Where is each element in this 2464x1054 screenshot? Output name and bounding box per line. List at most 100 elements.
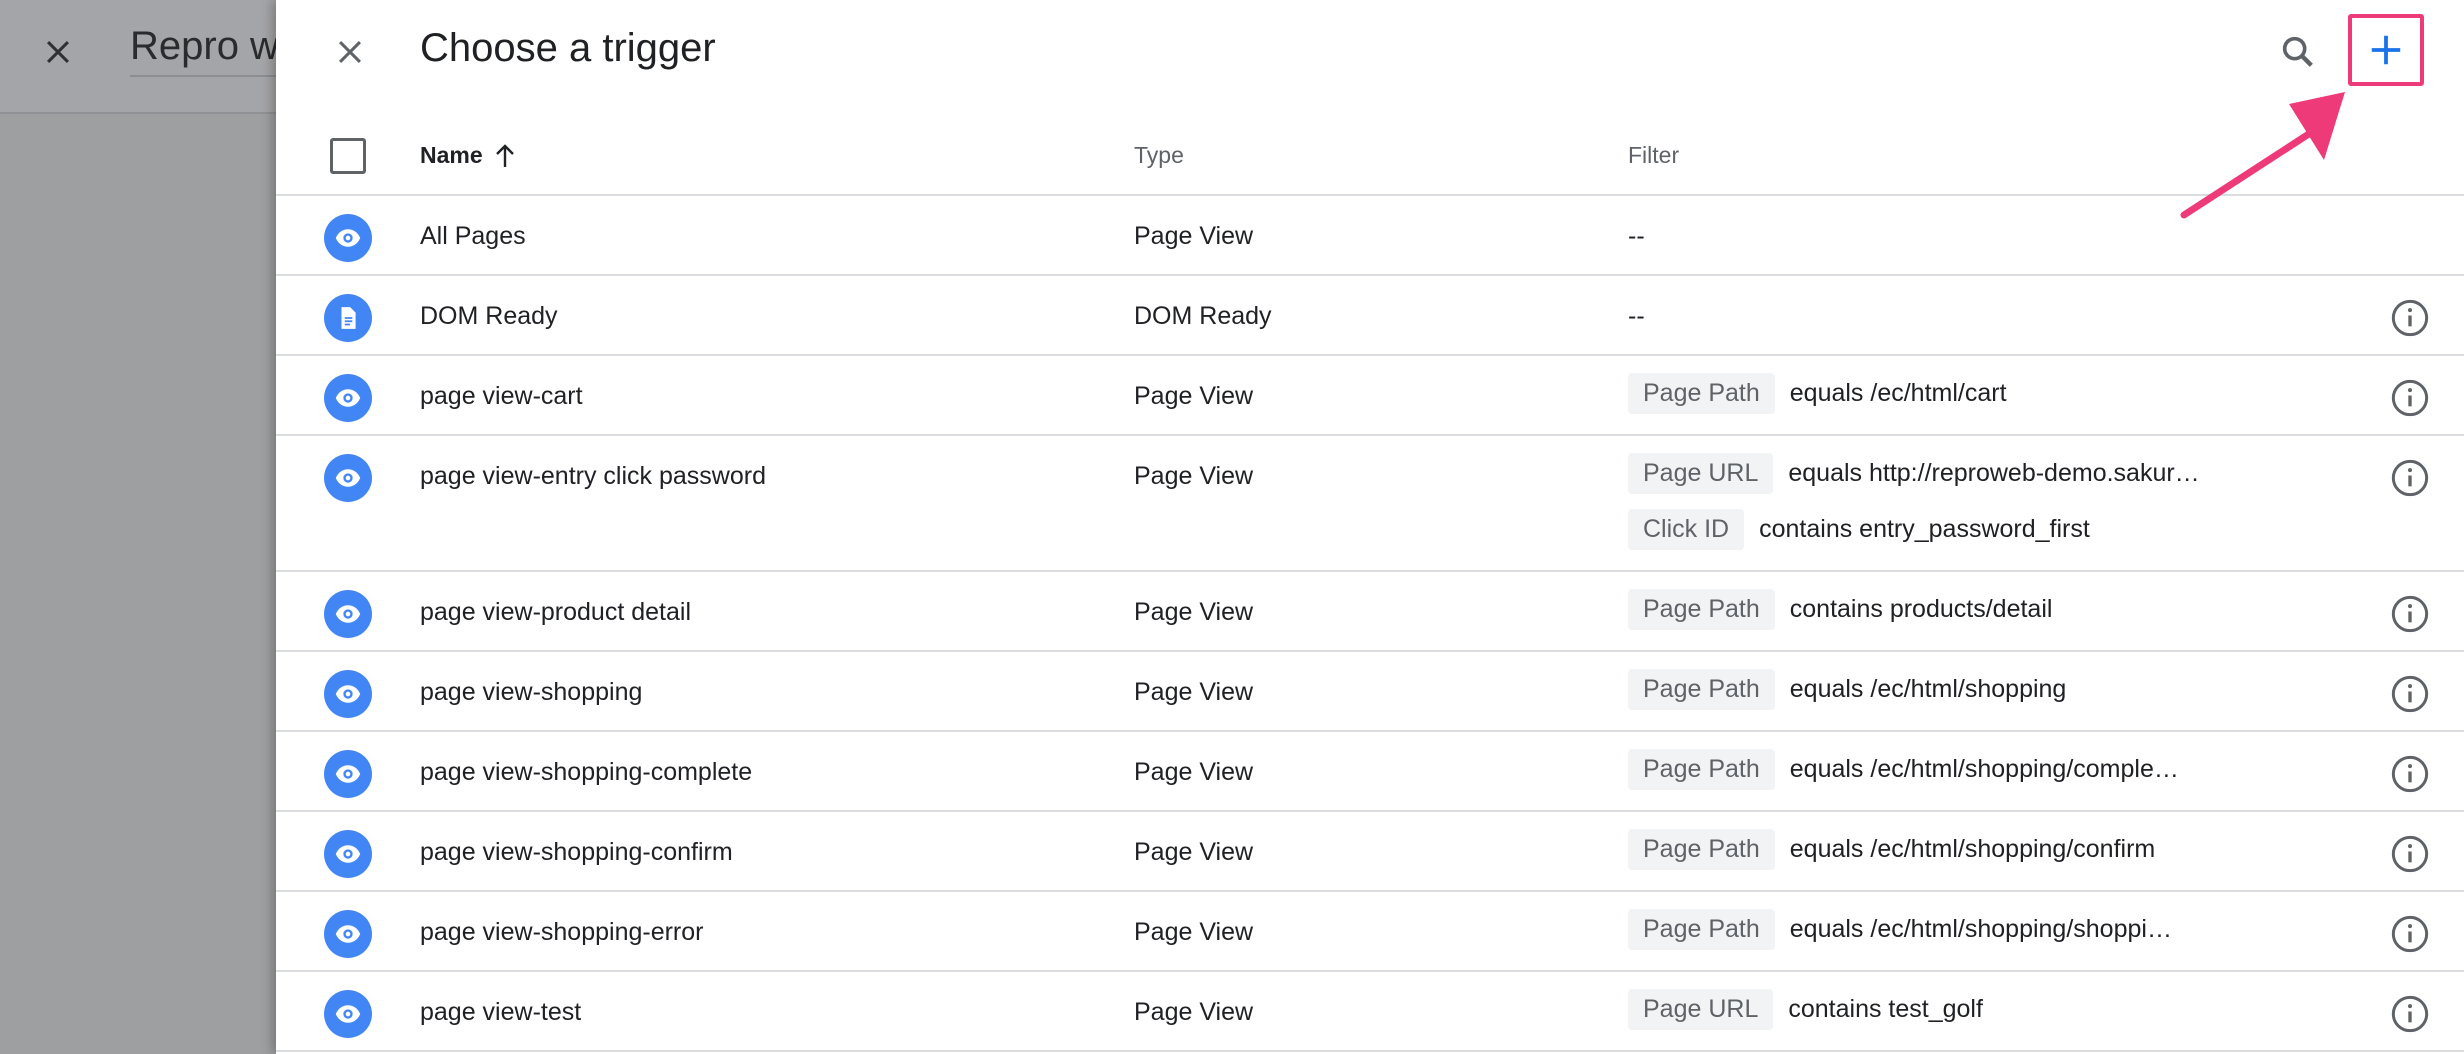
- empty-filter: --: [1628, 222, 1645, 250]
- eye-icon: [324, 750, 372, 798]
- trigger-type: Page View: [1134, 382, 1254, 410]
- trigger-name: page view-shopping-complete: [420, 758, 753, 786]
- info-icon[interactable]: [2388, 592, 2432, 636]
- table-header: Name Type Filter: [276, 120, 2464, 196]
- trigger-filter: Page Path equals /ec/html/shopping/confi…: [1628, 828, 2155, 884]
- info-icon[interactable]: [2388, 752, 2432, 796]
- table-row[interactable]: page view-cart Page View Page Path equal…: [276, 356, 2464, 436]
- filter-condition: Page Path equals /ec/html/shopping/compl…: [1628, 748, 2179, 790]
- select-all-checkbox[interactable]: [330, 138, 366, 174]
- table-row[interactable]: page view-shopping Page View Page Path e…: [276, 652, 2464, 732]
- trigger-list: All Pages Page View -- DOM Ready DOM Rea…: [276, 196, 2464, 1052]
- filter-variable-chip: Page Path: [1628, 828, 1775, 870]
- trigger-type: Page View: [1134, 838, 1254, 866]
- trigger-name: page view-shopping: [420, 678, 643, 706]
- filter-condition: Page URL equals http://reproweb-demo.sak…: [1628, 452, 2200, 494]
- filter-condition: Page Path contains products/detail: [1628, 588, 2052, 630]
- column-header-type: Type: [1134, 142, 1184, 168]
- eye-icon: [324, 454, 372, 502]
- trigger-name: page view-cart: [420, 382, 583, 410]
- trigger-name: page view-shopping-error: [420, 918, 704, 946]
- trigger-type: Page View: [1134, 222, 1254, 250]
- filter-condition: Page Path equals /ec/html/shopping/shopp…: [1628, 908, 2172, 950]
- eye-icon: [324, 830, 372, 878]
- filter-condition: Click ID contains entry_password_first: [1628, 508, 2200, 550]
- filter-value: contains products/detail: [1789, 594, 2053, 623]
- trigger-filter: Page Path contains products/detail: [1628, 588, 2052, 644]
- document-icon: [324, 294, 372, 342]
- eye-icon: [324, 670, 372, 718]
- trigger-filter: Page URL equals http://reproweb-demo.sak…: [1628, 452, 2200, 564]
- filter-condition: Page Path equals /ec/html/shopping/confi…: [1628, 828, 2155, 870]
- trigger-name: DOM Ready: [420, 302, 558, 330]
- trigger-filter: Page Path equals /ec/html/cart: [1628, 372, 2007, 428]
- table-row[interactable]: page view-entry click password Page View…: [276, 436, 2464, 572]
- info-icon[interactable]: [2388, 832, 2432, 876]
- info-icon[interactable]: [2388, 992, 2432, 1036]
- trigger-name: All Pages: [420, 222, 526, 250]
- trigger-filter: Page Path equals /ec/html/shopping/compl…: [1628, 748, 2179, 804]
- eye-icon: [324, 374, 372, 422]
- trigger-filter: Page URL contains test_golf: [1628, 988, 1983, 1044]
- eye-icon: [324, 214, 372, 262]
- filter-value: equals /ec/html/cart: [1789, 378, 2007, 407]
- eye-icon: [324, 990, 372, 1038]
- table-row[interactable]: page view-test Page View Page URL contai…: [276, 972, 2464, 1052]
- trigger-filter: --: [1628, 292, 1645, 331]
- table-row[interactable]: All Pages Page View --: [276, 196, 2464, 276]
- trigger-type: DOM Ready: [1134, 302, 1272, 330]
- info-icon[interactable]: [2388, 912, 2432, 956]
- filter-value: contains test_golf: [1788, 994, 1983, 1023]
- trigger-type: Page View: [1134, 758, 1254, 786]
- column-header-filter: Filter: [1628, 142, 1680, 168]
- filter-variable-chip: Click ID: [1628, 508, 1745, 550]
- background-title: Repro w: [130, 24, 279, 77]
- trigger-type: Page View: [1134, 918, 1254, 946]
- eye-icon: [324, 910, 372, 958]
- trigger-filter: --: [1628, 212, 1645, 251]
- table-row[interactable]: page view-shopping-complete Page View Pa…: [276, 732, 2464, 812]
- filter-variable-chip: Page URL: [1628, 988, 1774, 1030]
- trigger-filter: Page Path equals /ec/html/shopping/shopp…: [1628, 908, 2172, 964]
- trigger-type: Page View: [1134, 598, 1254, 626]
- trigger-name: page view-product detail: [420, 598, 691, 626]
- info-icon[interactable]: [2388, 672, 2432, 716]
- filter-condition: Page URL contains test_golf: [1628, 988, 1983, 1030]
- trigger-name: page view-shopping-confirm: [420, 838, 733, 866]
- arrow-up-icon: [495, 143, 514, 167]
- panel-title: Choose a trigger: [420, 26, 716, 70]
- filter-value: equals /ec/html/shopping: [1789, 674, 2067, 703]
- table-row[interactable]: DOM Ready DOM Ready --: [276, 276, 2464, 356]
- column-header-name[interactable]: Name: [420, 142, 517, 169]
- filter-condition: Page Path equals /ec/html/shopping: [1628, 668, 2066, 710]
- filter-variable-chip: Page URL: [1628, 452, 1774, 494]
- filter-value: contains entry_password_first: [1759, 514, 2090, 543]
- info-icon[interactable]: [2388, 456, 2432, 500]
- filter-value: equals http://reproweb-demo.sakur…: [1788, 458, 2200, 487]
- filter-condition: Page Path equals /ec/html/cart: [1628, 372, 2007, 414]
- add-trigger-button[interactable]: [2348, 14, 2424, 86]
- empty-filter: --: [1628, 302, 1645, 330]
- filter-variable-chip: Page Path: [1628, 908, 1775, 950]
- search-icon[interactable]: [2274, 28, 2322, 76]
- table-row[interactable]: page view-shopping-confirm Page View Pag…: [276, 812, 2464, 892]
- table-row[interactable]: page view-shopping-error Page View Page …: [276, 892, 2464, 972]
- filter-variable-chip: Page Path: [1628, 748, 1775, 790]
- trigger-filter: Page Path equals /ec/html/shopping: [1628, 668, 2066, 724]
- close-icon[interactable]: [36, 30, 80, 74]
- info-icon[interactable]: [2388, 296, 2432, 340]
- filter-variable-chip: Page Path: [1628, 588, 1775, 630]
- info-icon[interactable]: [2388, 376, 2432, 420]
- filter-value: equals /ec/html/shopping/comple…: [1789, 754, 2179, 783]
- filter-variable-chip: Page Path: [1628, 668, 1775, 710]
- choose-trigger-panel: Choose a trigger Name Type Filter All Pa…: [276, 0, 2464, 1054]
- trigger-type: Page View: [1134, 462, 1254, 490]
- trigger-name: page view-test: [420, 998, 582, 1026]
- table-row[interactable]: page view-product detail Page View Page …: [276, 572, 2464, 652]
- close-icon[interactable]: [326, 28, 374, 76]
- trigger-type: Page View: [1134, 678, 1254, 706]
- plus-icon: [2371, 35, 2401, 65]
- filter-value: equals /ec/html/shopping/confirm: [1789, 834, 2156, 863]
- filter-variable-chip: Page Path: [1628, 372, 1775, 414]
- filter-value: equals /ec/html/shopping/shoppi…: [1789, 914, 2172, 943]
